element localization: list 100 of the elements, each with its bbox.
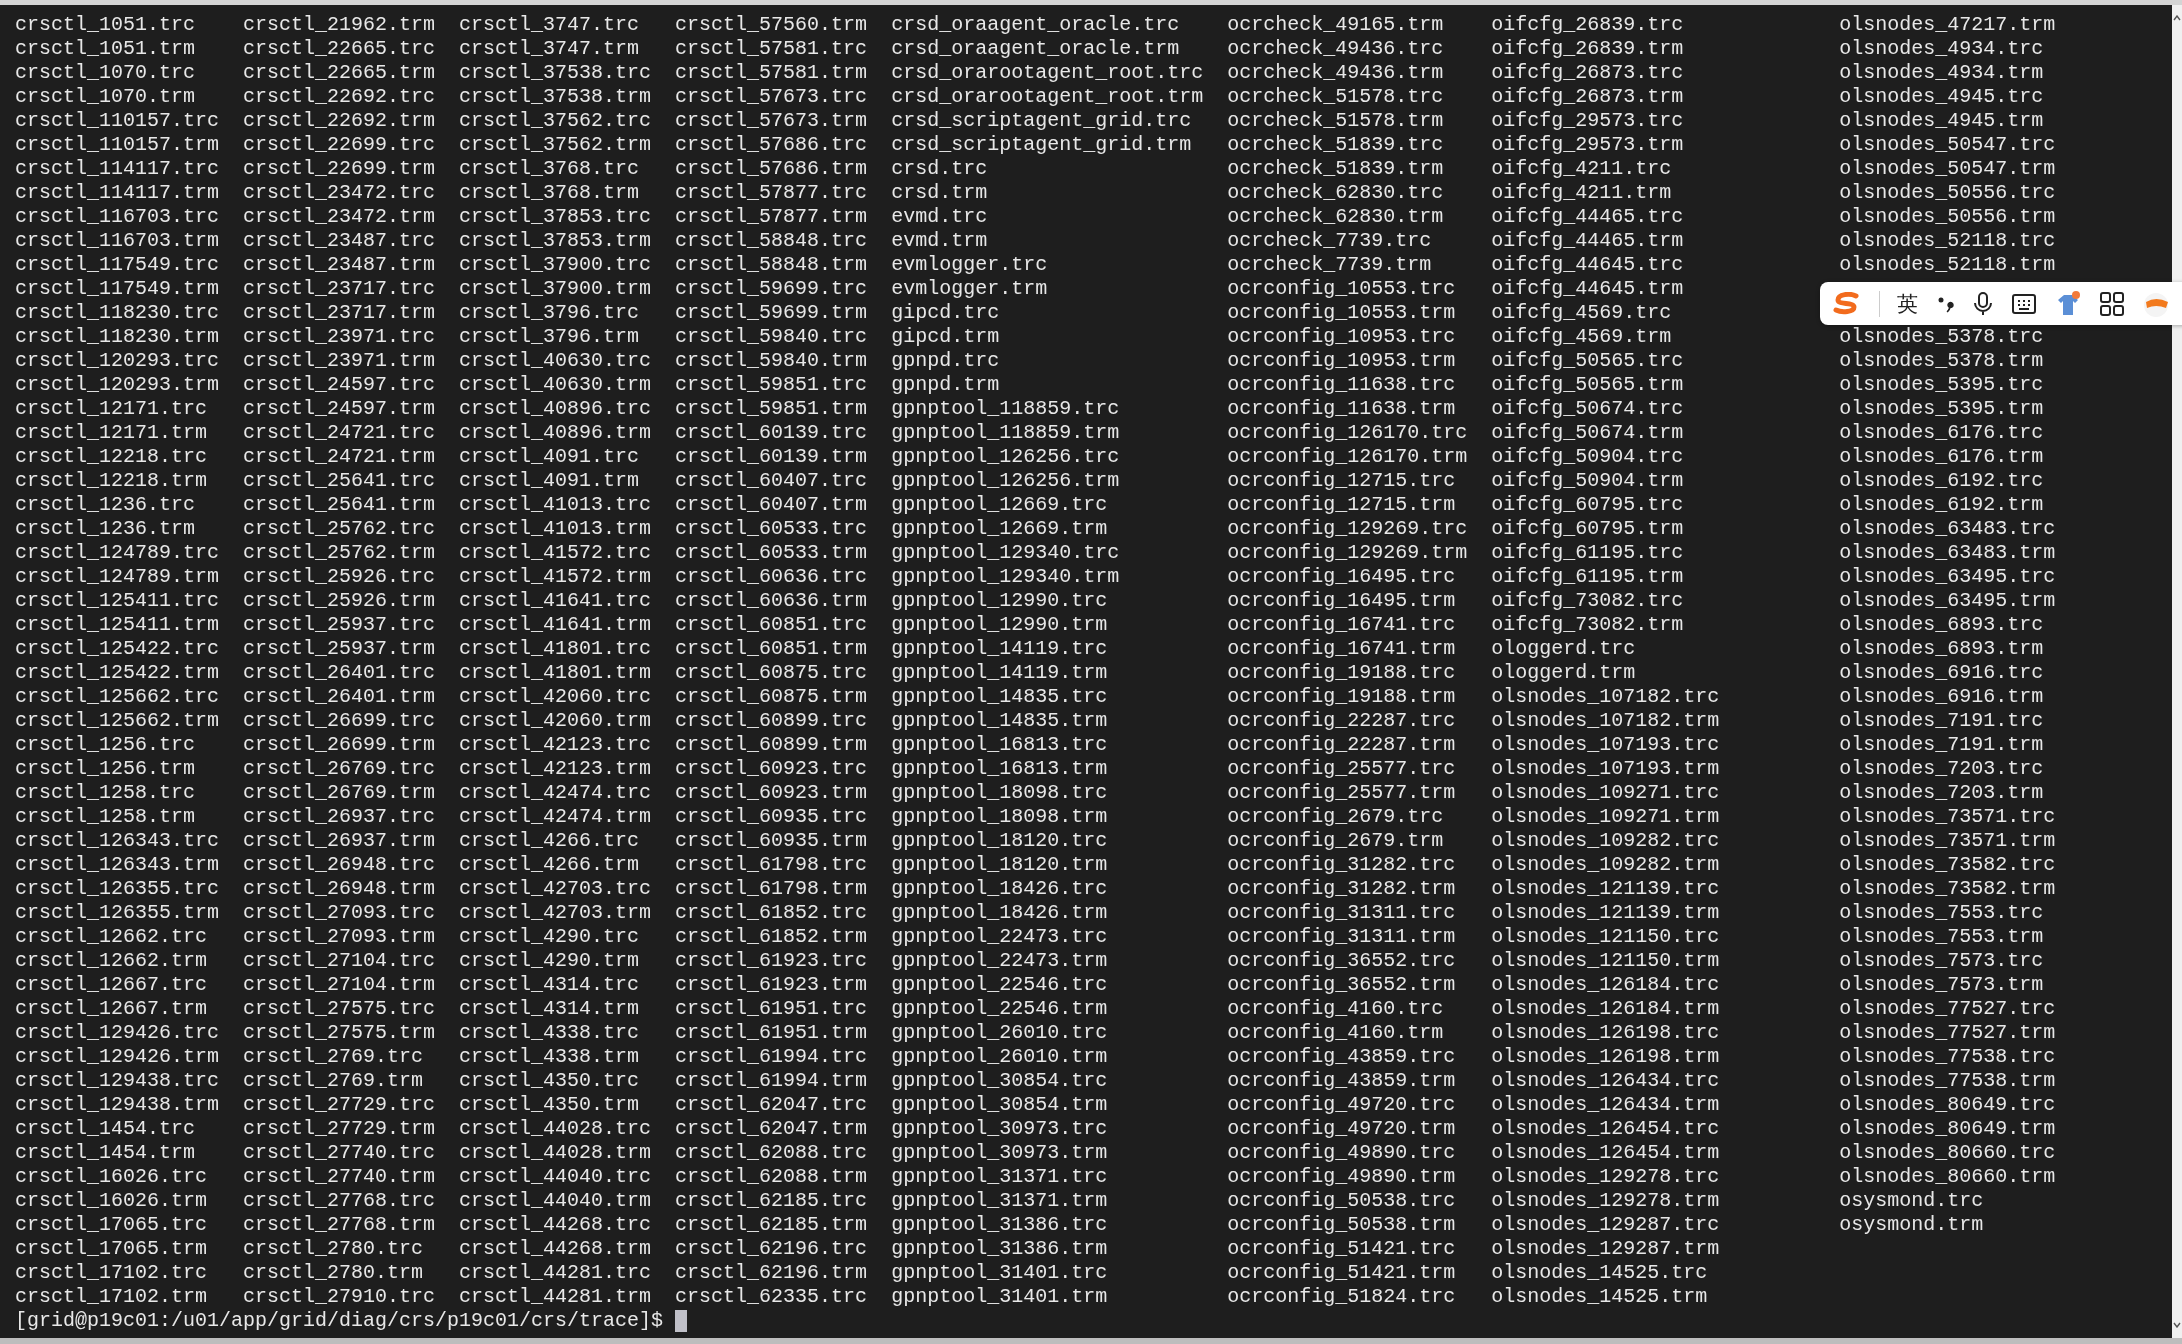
file-name: crsctl_1256.trm bbox=[15, 757, 196, 781]
file-name: crsctl_2780.trc bbox=[243, 1237, 424, 1261]
scroll-up-icon[interactable] bbox=[2173, 15, 2181, 21]
file-name: olsnodes_107193.trm bbox=[1491, 757, 1720, 781]
file-name: crsd.trc bbox=[891, 157, 988, 181]
file-name: gpnptool_31371.trm bbox=[891, 1189, 1108, 1213]
file-name: crsctl_62088.trc bbox=[675, 1141, 868, 1165]
file-name: crsctl_25937.trc bbox=[243, 613, 436, 637]
file-name: ocrconfig_2679.trm bbox=[1227, 829, 1444, 853]
file-name: crsctl_40896.trc bbox=[459, 397, 652, 421]
file-name: olsnodes_6893.trm bbox=[1839, 637, 2044, 661]
scrollbar[interactable] bbox=[2172, 5, 2182, 1338]
file-name: gpnptool_31386.trm bbox=[891, 1237, 1108, 1261]
file-name: ocrconfig_31311.trc bbox=[1227, 901, 1456, 925]
file-name: oifcfg_26839.trm bbox=[1491, 37, 1684, 61]
file-name: crsctl_114117.trc bbox=[15, 157, 220, 181]
file-name: gpnptool_126256.trc bbox=[891, 445, 1120, 469]
file-name: crsctl_114117.trm bbox=[15, 181, 220, 205]
file-name: crsctl_126355.trm bbox=[15, 901, 220, 925]
file-name: oifcfg_44465.trm bbox=[1491, 229, 1684, 253]
file-name: ocrcheck_51839.trm bbox=[1227, 157, 1444, 181]
file-name: crsctl_22699.trc bbox=[243, 133, 436, 157]
file-name: olsnodes_77538.trc bbox=[1839, 1045, 2056, 1069]
file-name: gpnptool_22473.trm bbox=[891, 949, 1108, 973]
file-name: ocrconfig_43859.trc bbox=[1227, 1045, 1456, 1069]
file-name: olsnodes_14525.trc bbox=[1491, 1261, 1708, 1285]
file-name: olsnodes_4934.trc bbox=[1839, 37, 2044, 61]
file-name: crsd_orarootagent_root.trm bbox=[891, 85, 1204, 109]
file-name: gpnptool_14119.trc bbox=[891, 637, 1108, 661]
file-name: crsctl_24721.trm bbox=[243, 445, 436, 469]
file-name: crsctl_25762.trm bbox=[243, 541, 436, 565]
file-name: olsnodes_63495.trc bbox=[1839, 565, 2056, 589]
file-name: ocrconfig_31282.trm bbox=[1227, 877, 1456, 901]
file-name: crsctl_22692.trm bbox=[243, 109, 436, 133]
file-name: olsnodes_6916.trc bbox=[1839, 661, 2044, 685]
file-name: crsctl_60875.trc bbox=[675, 661, 868, 685]
file-name: crsctl_118230.trm bbox=[15, 325, 220, 349]
file-name: crsctl_40630.trc bbox=[459, 349, 652, 373]
file-name: crsctl_60533.trm bbox=[675, 541, 868, 565]
file-name: ocrconfig_4160.trc bbox=[1227, 997, 1444, 1021]
file-name: crsctl_62185.trm bbox=[675, 1213, 868, 1237]
file-name: crsctl_110157.trc bbox=[15, 109, 220, 133]
file-name: crsctl_37900.trm bbox=[459, 277, 652, 301]
file-name: crsctl_120293.trm bbox=[15, 373, 220, 397]
file-name: crsctl_44281.trm bbox=[459, 1285, 652, 1309]
apps-grid-icon[interactable] bbox=[2099, 290, 2125, 317]
file-name: crsctl_42703.trm bbox=[459, 901, 652, 925]
file-name: olsnodes_126454.trm bbox=[1491, 1141, 1720, 1165]
file-name: crsctl_125662.trm bbox=[15, 709, 220, 733]
file-name: crsd_oraagent_oracle.trm bbox=[891, 37, 1180, 61]
file-name: crsctl_37900.trc bbox=[459, 253, 652, 277]
file-name: crsctl_27575.trm bbox=[243, 1021, 436, 1045]
file-name: olsnodes_6192.trc bbox=[1839, 469, 2044, 493]
file-name: crsctl_44028.trc bbox=[459, 1117, 652, 1141]
file-name: crsctl_41013.trm bbox=[459, 517, 652, 541]
file-name: crsctl_25762.trc bbox=[243, 517, 436, 541]
file-name: crsctl_110157.trm bbox=[15, 133, 220, 157]
file-name: crsctl_4091.trc bbox=[459, 445, 640, 469]
file-name: oifcfg_44465.trc bbox=[1491, 205, 1684, 229]
file-name: gpnptool_129340.trm bbox=[891, 565, 1120, 589]
file-name: crsctl_58848.trm bbox=[675, 253, 868, 277]
file-name: gpnptool_18426.trc bbox=[891, 877, 1108, 901]
file-name: olsnodes_7573.trc bbox=[1839, 949, 2044, 973]
file-name: crsctl_17065.trm bbox=[15, 1237, 208, 1261]
file-name: crsctl_4091.trm bbox=[459, 469, 640, 493]
microphone-icon[interactable] bbox=[1972, 290, 1994, 317]
file-name: ocrconfig_10553.trc bbox=[1227, 277, 1456, 301]
file-name: crsctl_26401.trc bbox=[243, 661, 436, 685]
file-name: ocrconfig_51824.trc bbox=[1227, 1285, 1456, 1309]
file-name: olsnodes_7203.trm bbox=[1839, 781, 2044, 805]
file-name: crsctl_44028.trm bbox=[459, 1141, 652, 1165]
file-name: ocrconfig_49890.trc bbox=[1227, 1141, 1456, 1165]
file-name: olsnodes_73582.trm bbox=[1839, 877, 2056, 901]
file-name: ologgerd.trc bbox=[1491, 637, 1636, 661]
file-name: crsctl_57581.trc bbox=[675, 37, 868, 61]
file-name: crsctl_25926.trm bbox=[243, 589, 436, 613]
file-name: crsctl_57877.trc bbox=[675, 181, 868, 205]
file-name: olsnodes_109282.trm bbox=[1491, 853, 1720, 877]
file-name: olsnodes_126184.trm bbox=[1491, 997, 1720, 1021]
input-method-logo-icon[interactable] bbox=[1832, 291, 1862, 316]
file-name: crsctl_124789.trm bbox=[15, 565, 220, 589]
keyboard-icon[interactable] bbox=[2011, 292, 2037, 315]
file-name: gpnptool_31371.trc bbox=[891, 1165, 1108, 1189]
file-name: gpnptool_12669.trc bbox=[891, 493, 1108, 517]
file-name: olsnodes_50547.trm bbox=[1839, 157, 2056, 181]
file-name: olsnodes_6916.trm bbox=[1839, 685, 2044, 709]
file-name: crsctl_17065.trc bbox=[15, 1213, 208, 1237]
file-name: osysmond.trc bbox=[1839, 1189, 1984, 1213]
file-name: oifcfg_50674.trc bbox=[1491, 397, 1684, 421]
file-name: crsctl_27740.trm bbox=[243, 1165, 436, 1189]
scroll-down-icon[interactable] bbox=[2173, 1322, 2181, 1328]
file-name: crsctl_62185.trc bbox=[675, 1189, 868, 1213]
file-name: ocrconfig_16741.trc bbox=[1227, 613, 1456, 637]
file-name: olsnodes_5378.trm bbox=[1839, 349, 2044, 373]
file-name: crsctl_23717.trc bbox=[243, 277, 436, 301]
file-name: ocrconfig_126170.trm bbox=[1227, 445, 1468, 469]
language-mode-toggle[interactable]: 英 bbox=[1897, 289, 1918, 318]
file-name: ocrconfig_10953.trm bbox=[1227, 349, 1456, 373]
file-name: crsctl_24721.trc bbox=[243, 421, 436, 445]
file-name: gpnptool_18098.trm bbox=[891, 805, 1108, 829]
